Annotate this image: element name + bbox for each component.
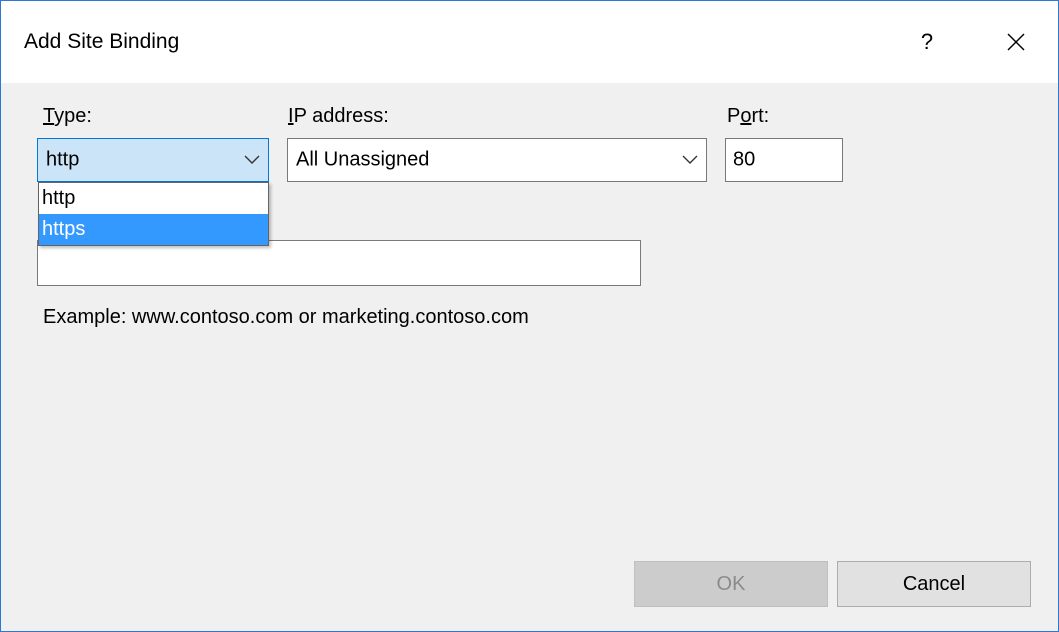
type-option-http[interactable]: http: [39, 183, 268, 214]
cancel-button-label: Cancel: [902, 572, 966, 595]
port-value: 80: [733, 148, 756, 171]
example-text: Example: www.contoso.com or marketing.co…: [43, 306, 529, 328]
ip-address-value: All Unassigned: [296, 148, 430, 171]
port-input[interactable]: 80: [725, 138, 843, 182]
ip-address-select[interactable]: All Unassigned: [287, 138, 707, 182]
host-name-input[interactable]: [37, 240, 641, 286]
close-icon: [1007, 33, 1025, 51]
port-label: Port:: [727, 105, 770, 127]
ip-address-label: IP address:: [288, 105, 389, 127]
chevron-down-icon: [244, 155, 260, 164]
add-site-binding-dialog: Add Site Binding ? Type: IP address: Por…: [0, 0, 1059, 632]
help-icon: ?: [920, 29, 934, 54]
type-option-https[interactable]: https: [39, 214, 268, 245]
chevron-down-icon: [682, 155, 698, 164]
ok-button-label: OK: [716, 572, 746, 595]
type-dropdown-list: http https: [38, 182, 269, 246]
type-select[interactable]: http: [37, 138, 269, 182]
type-select-value: http: [46, 148, 80, 171]
title-bar: Add Site Binding ?: [1, 1, 1058, 83]
ok-button[interactable]: OK: [634, 561, 828, 607]
dialog-title: Add Site Binding: [24, 30, 180, 53]
help-button[interactable]: ?: [897, 19, 957, 65]
cancel-button[interactable]: Cancel: [837, 561, 1031, 607]
type-label: Type:: [43, 105, 92, 127]
close-button[interactable]: [986, 19, 1046, 65]
